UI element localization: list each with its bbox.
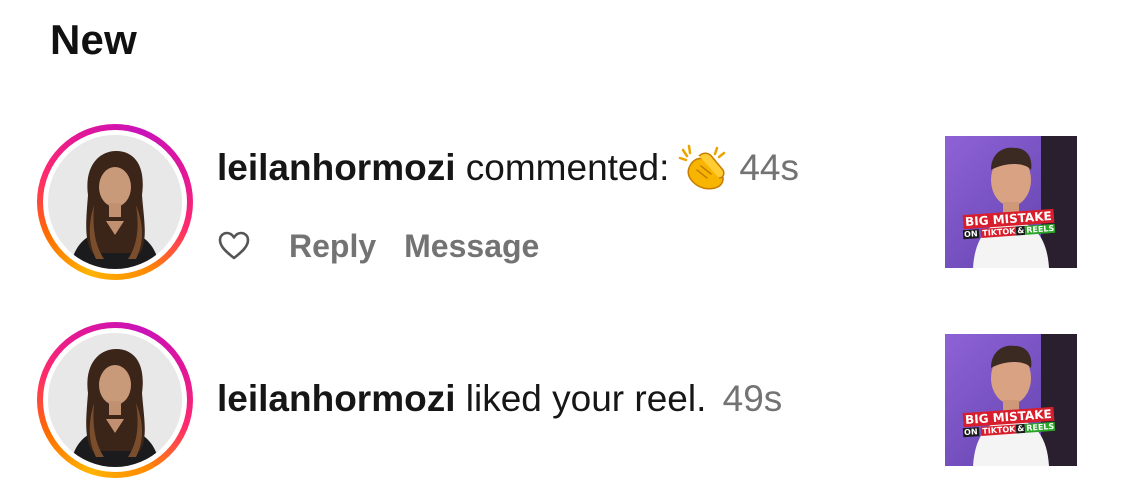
action-text: commented: — [465, 147, 670, 188]
username-link[interactable]: leilanhormozi — [217, 147, 455, 188]
clapping-hands-icon — [677, 144, 729, 190]
avatar-ring-gap — [43, 130, 187, 274]
comment-actions: Reply Message — [217, 226, 567, 266]
avatar-story-ring[interactable] — [37, 124, 193, 280]
reel-thumbnail-image — [945, 334, 1077, 466]
reel-thumbnail[interactable]: BIG MISTAKE ON TIKTOK&REELS — [945, 334, 1077, 466]
avatar-story-ring[interactable] — [37, 322, 193, 478]
timestamp: 44s — [739, 147, 800, 188]
reel-thumbnail[interactable]: BIG MISTAKE ON TIKTOK&REELS — [945, 136, 1077, 268]
reply-button[interactable]: Reply — [289, 228, 376, 265]
action-text: liked your reel. — [465, 378, 707, 419]
reel-thumbnail-image — [945, 136, 1077, 268]
avatar — [48, 135, 182, 269]
notification-row-comment[interactable]: leilanhormozi commented: 44s Reply Messa… — [0, 124, 1125, 282]
avatar-person-icon — [48, 333, 182, 467]
heart-outline-icon[interactable] — [217, 229, 251, 263]
avatar-ring-gap — [43, 328, 187, 472]
timestamp: 49s — [722, 378, 783, 419]
notification-text: leilanhormozi liked your reel. 49s — [217, 378, 782, 420]
notification-row-like[interactable]: leilanhormozi liked your reel. 49s BIG M… — [0, 322, 1125, 480]
username-link[interactable]: leilanhormozi — [217, 378, 455, 419]
section-title-new: New — [50, 16, 137, 63]
avatar-person-icon — [48, 135, 182, 269]
notification-text: leilanhormozi commented: 44s — [217, 144, 799, 190]
message-button[interactable]: Message — [404, 228, 539, 265]
avatar — [48, 333, 182, 467]
